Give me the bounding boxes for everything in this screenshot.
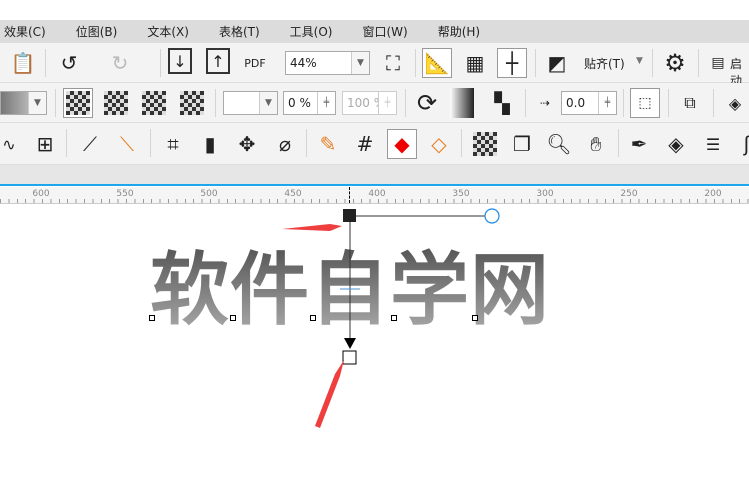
drop-shadow-icon[interactable]: ❐: [507, 129, 537, 159]
slider-icon[interactable]: ╪: [378, 92, 396, 114]
snap-off-icon[interactable]: ◩: [542, 48, 572, 78]
align-icon[interactable]: ☰: [698, 129, 728, 159]
menu-help[interactable]: 帮助(H): [436, 23, 482, 40]
opacity-end-input[interactable]: 100 % ╪: [342, 91, 397, 115]
transform-move-icon[interactable]: ✥: [232, 129, 262, 159]
toolbox: ∿ ⊞ ⟋ ⟍ ⌗ ▮ ✥ ⌀ ✎ # ◆ ◇ ❐ 🔍︎ ✋︎ ✒ ◈ ☰ ʃ: [0, 123, 749, 165]
ruler-label: 500: [200, 189, 218, 199]
import-icon[interactable]: ↓: [168, 48, 192, 74]
gradient-overlay: [282, 208, 500, 428]
menu-window[interactable]: 窗口(W): [360, 23, 409, 40]
tab-strip: [0, 165, 749, 186]
zoom-icon[interactable]: 🔍︎: [544, 129, 574, 159]
menu-tools[interactable]: 工具(O): [288, 23, 335, 40]
copy-properties-icon[interactable]: ⧉: [675, 88, 705, 118]
connector-icon[interactable]: ⟍: [112, 129, 142, 159]
opacity-start-input[interactable]: 0 % ╪: [283, 91, 336, 115]
offset-value: 0.0: [566, 96, 586, 110]
full-screen-icon[interactable]: ⛶: [378, 48, 408, 78]
ruler-label: 300: [536, 189, 554, 199]
rulers-icon[interactable]: 📐: [422, 48, 452, 78]
menu-bitmap[interactable]: 位图(B): [74, 23, 120, 40]
transparency-uniform-icon[interactable]: [63, 88, 93, 118]
guidelines-icon[interactable]: ┼: [497, 48, 527, 78]
launch-icon[interactable]: ▤: [703, 48, 733, 78]
cursor-marker: [349, 187, 350, 203]
fill-color-picker[interactable]: ▼: [0, 91, 47, 115]
gradient-end-node[interactable]: [342, 350, 357, 365]
table-icon[interactable]: ⊞: [30, 129, 60, 159]
transparency-icon[interactable]: [470, 129, 500, 159]
chevron-down-icon[interactable]: ▼: [259, 92, 277, 114]
color-picker[interactable]: ▼: [223, 91, 278, 115]
horizontal-ruler[interactable]: 600 550 500 450 400 350 300 250 200: [0, 187, 749, 204]
smart-fill-icon[interactable]: ◇: [424, 129, 454, 159]
undo-icon[interactable]: ↺: [54, 48, 84, 78]
slider-icon[interactable]: ╪: [598, 92, 616, 114]
mesh-fill-icon[interactable]: #: [350, 129, 380, 159]
slider-icon[interactable]: ╪: [317, 92, 335, 114]
transparency-linear-icon[interactable]: [101, 88, 131, 118]
smear-icon[interactable]: ⌀: [270, 129, 300, 159]
clipboard-icon[interactable]: 📋: [8, 48, 38, 78]
interactive-fill-icon[interactable]: ◆: [387, 129, 417, 159]
gradient-icon[interactable]: [450, 88, 474, 118]
offset-input[interactable]: 0.0 ╪: [561, 91, 617, 115]
transparency-conical-icon[interactable]: [177, 88, 207, 118]
gradient-direction-arrow: [344, 338, 356, 349]
chevron-down-icon[interactable]: ▼: [636, 56, 643, 66]
ruler-label: 450: [284, 189, 302, 199]
pen-icon[interactable]: ✒: [624, 129, 654, 159]
zoom-value: 44%: [290, 56, 317, 70]
drawing-canvas[interactable]: 软件自学网: [0, 204, 749, 497]
object-properties-icon[interactable]: ◈: [661, 129, 691, 159]
menu-text[interactable]: 文本(X): [145, 23, 191, 40]
opacity-start-value: 0 %: [288, 96, 311, 110]
grid-icon[interactable]: ▦: [460, 48, 490, 78]
chevron-down-icon[interactable]: ▼: [28, 92, 46, 114]
export-icon[interactable]: ↑: [206, 48, 230, 74]
curve-icon[interactable]: ʃ: [732, 129, 749, 159]
red-arrow-annotation: [282, 224, 342, 231]
reverse-icon[interactable]: ⟳: [412, 88, 442, 118]
edit-transparency-icon[interactable]: ◈: [720, 88, 749, 118]
snap-to-dropdown[interactable]: 贴齐(T): [584, 55, 625, 72]
pdf-export-icon[interactable]: PDF: [240, 48, 270, 78]
red-arrow-annotation: [315, 360, 344, 428]
chevron-down-icon[interactable]: ▼: [351, 52, 369, 74]
property-bar: ▼ ▼ 0 % ╪ 100 % ╪ ⟳ ▚ ⇢ 0.0 ╪ ⬚ ⧉ ◈: [0, 83, 749, 123]
menu-bar: 效果(C) 位图(B) 文本(X) 表格(T) 工具(O) 窗口(W) 帮助(H…: [0, 20, 749, 43]
standard-toolbar: 📋 ↺ ↻ ↓ ↑ PDF 44% ▼ ⛶ 📐 ▦ ┼ ◩ 贴齐(T) ▼ ⚙ ▤…: [0, 43, 749, 88]
ruler-label: 350: [452, 189, 470, 199]
transform-icon[interactable]: ⬚: [630, 88, 660, 118]
arrow-right-icon[interactable]: ⇢: [530, 88, 560, 118]
gear-icon[interactable]: ⚙: [660, 48, 690, 78]
freehand-icon[interactable]: ∿: [0, 129, 24, 159]
gradient-start-node[interactable]: [343, 209, 356, 222]
eyedropper-icon[interactable]: ✎: [313, 129, 343, 159]
menu-effects[interactable]: 效果(C): [2, 23, 48, 40]
ruler-label: 400: [368, 189, 386, 199]
zoom-level-input[interactable]: 44% ▼: [285, 51, 370, 75]
freeze-icon[interactable]: ▚: [487, 88, 517, 118]
dimension-icon[interactable]: ⟋: [75, 129, 105, 159]
transparency-radial-icon[interactable]: [139, 88, 169, 118]
redo-icon[interactable]: ↻: [105, 48, 135, 78]
hand-icon[interactable]: ✋︎: [581, 129, 611, 159]
crop-icon[interactable]: ⌗: [158, 129, 188, 159]
gradient-angle-handle[interactable]: [484, 208, 500, 224]
ruler-label: 200: [704, 189, 722, 199]
ruler-label: 250: [620, 189, 638, 199]
eraser-icon[interactable]: ▮: [195, 129, 225, 159]
ruler-label: 600: [32, 189, 50, 199]
menu-table[interactable]: 表格(T): [217, 23, 262, 40]
ruler-label: 550: [116, 189, 134, 199]
